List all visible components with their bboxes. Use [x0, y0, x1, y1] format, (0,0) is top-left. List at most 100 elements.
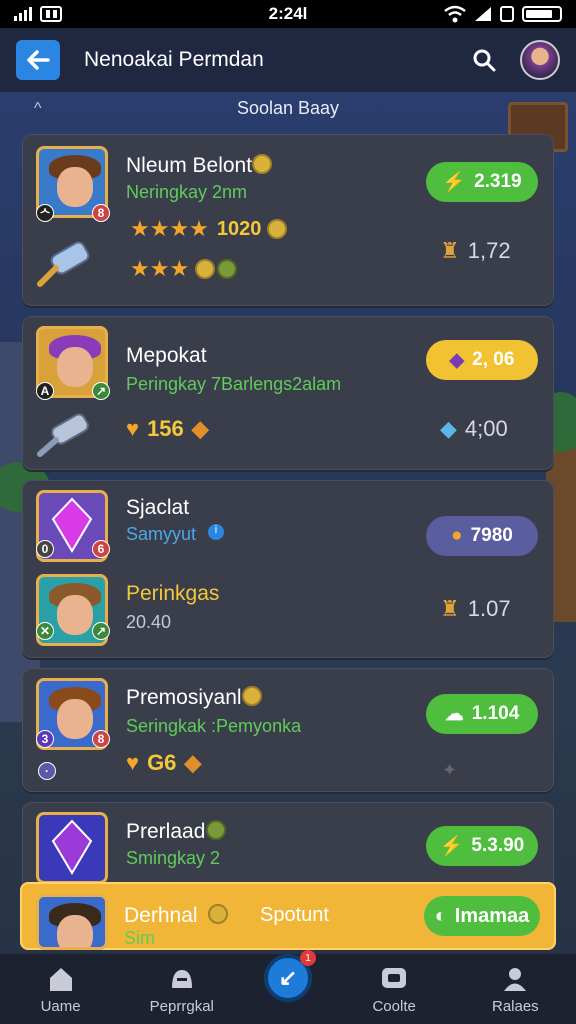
avatar	[36, 894, 108, 950]
ticket-icon: ◐	[434, 904, 447, 927]
nav-item-profile[interactable]: Ralaes	[460, 966, 570, 1015]
score-pill[interactable]: ◆ 2, 06	[426, 340, 538, 380]
section-label: Soolan Baay	[236, 98, 340, 118]
nav-label: Coolte	[372, 998, 416, 1015]
heart-stat: ♥ 156 ◆	[126, 416, 209, 441]
level-badge: ᄉ	[36, 204, 54, 222]
score-pill[interactable]: ⚡ 5.3.90	[426, 826, 538, 866]
lightning-icon: ↙	[278, 965, 298, 990]
storage-icon	[500, 6, 514, 22]
list-item[interactable]: 0 6 Sjaclat Samyyut i ● 7980 ✕ ↗ Perinkg…	[22, 480, 554, 658]
item-subtitle: Peringkay 7Barlengs2alam	[126, 374, 342, 394]
chest-icon: ◆	[184, 750, 202, 775]
score-value: 5.3.90	[471, 835, 525, 856]
score-pill[interactable]: ⚡ 2.319	[426, 162, 538, 202]
item-title: Mepokat	[126, 344, 207, 367]
info-icon[interactable]: i	[208, 524, 224, 540]
lightning-icon: ⚡	[442, 172, 467, 193]
crystal-icon: ◆	[440, 416, 457, 441]
highlight-middle: Spotunt	[260, 904, 329, 926]
home-icon	[47, 966, 75, 992]
score-value: 1.104	[471, 703, 520, 724]
coin-icon	[242, 686, 262, 706]
item-subtitle-secondary: 20.40	[126, 612, 172, 632]
back-button[interactable]	[16, 40, 60, 80]
chest-icon: ◆	[191, 416, 209, 441]
cellular-icon	[475, 7, 491, 21]
item-title: Premosiyanl	[126, 686, 242, 709]
rank-badge: 8	[92, 204, 110, 222]
item-thumbnail	[36, 812, 108, 884]
score-value: 2.319	[474, 171, 522, 192]
heart-stat: ♥ G6 ◆	[126, 750, 202, 775]
nav-label: Ralaes	[491, 998, 539, 1015]
profile-avatar[interactable]	[520, 40, 560, 80]
score-pill[interactable]: ☁ 1.104	[426, 694, 538, 734]
score-pill[interactable]: ● 7980	[426, 516, 538, 556]
rank-badge: 8	[92, 730, 110, 748]
wifi-icon	[444, 5, 466, 23]
trophy-stat: ♜ 1,72	[440, 238, 511, 263]
sparkle-icon: ✦	[442, 760, 458, 780]
rank-badge: 6	[92, 540, 110, 558]
item-subtitle: Neringkay 2nm	[126, 182, 248, 202]
level-badge: 0	[36, 540, 54, 558]
score-value: 2, 06	[472, 349, 515, 370]
rank-badge: ↗	[92, 382, 110, 400]
search-icon	[473, 49, 496, 72]
item-title: Nleum Belont	[126, 154, 253, 177]
list-item[interactable]: 3 8 · Premosiyanl Seringkak :Pemyonka ☁ …	[22, 668, 554, 792]
status-bar: 2:24l	[0, 0, 576, 28]
trophy-stat: ♜ 1.07	[440, 596, 511, 621]
helmet-icon	[168, 966, 196, 992]
arrow-left-icon	[27, 50, 50, 70]
item-title-secondary: Perinkgas	[126, 582, 220, 605]
level-badge: A	[36, 382, 54, 400]
heart-icon: ♥	[126, 750, 140, 775]
highlight-title: Derhnal	[124, 904, 198, 927]
item-title: Prerlaad	[126, 820, 206, 843]
nav-item-ranking[interactable]: Peprrgkal	[127, 966, 237, 1015]
search-button[interactable]	[466, 42, 502, 78]
battery-icon	[522, 6, 562, 22]
level-badge: 3	[36, 730, 54, 748]
coin-icon	[206, 820, 226, 840]
gem-stat: ◆ 4;00	[440, 416, 508, 441]
trophy-icon: ♜	[440, 596, 460, 621]
status-time: 2:24l	[268, 4, 308, 23]
coin-icon	[252, 154, 272, 174]
nav-label: Uame	[40, 998, 81, 1015]
item-subtitle: Samyyut	[126, 524, 197, 544]
item-subtitle: Smingkay 2	[126, 848, 221, 868]
star-rating: ★★★★ 1020	[130, 216, 288, 242]
notification-badge: 1	[300, 950, 316, 966]
person-icon	[501, 966, 529, 992]
crystal-icon	[51, 819, 93, 875]
nav-label: Peprrgkal	[149, 998, 214, 1015]
level-badge: ✕	[36, 622, 54, 640]
nav-item-collection[interactable]: Coolte	[339, 966, 449, 1015]
score-value: 7980	[470, 525, 513, 546]
sword-icon	[37, 241, 90, 287]
cloud-icon: ☁	[444, 703, 464, 725]
location-icon: ●	[451, 525, 463, 546]
signal-icon	[14, 7, 32, 21]
chat-icon	[380, 966, 408, 992]
sword-icon	[37, 413, 89, 457]
status-dot: ·	[38, 762, 56, 780]
rank-badge: ↗	[92, 622, 110, 640]
highlight-card[interactable]: Derhnal Sim Spotunt ◐ Imamaa	[20, 882, 556, 950]
heart-icon: ♥	[126, 416, 140, 441]
star-rating-secondary: ★★★	[130, 256, 238, 282]
item-subtitle: Seringkak :Pemyonka	[126, 716, 302, 736]
page-title: Nenoakai Permdan	[84, 48, 264, 71]
claim-button[interactable]: ◐ Imamaa	[424, 896, 540, 936]
gem-icon: ◆	[449, 349, 465, 371]
item-title: Sjaclat	[126, 496, 190, 519]
highlight-subtitle: Sim	[124, 928, 155, 948]
nav-item-home[interactable]: Uame	[6, 966, 116, 1015]
lightning-icon: ⚡	[439, 836, 464, 857]
app-bar: Nenoakai Permdan	[0, 28, 576, 92]
list-item[interactable]: A ↗ Mepokat Peringkay 7Barlengs2alam ◆ 2…	[22, 316, 554, 470]
list-item[interactable]: ᄉ 8 Nleum Belont Neringkay 2nm ⚡ 2.319 ★…	[22, 134, 554, 306]
